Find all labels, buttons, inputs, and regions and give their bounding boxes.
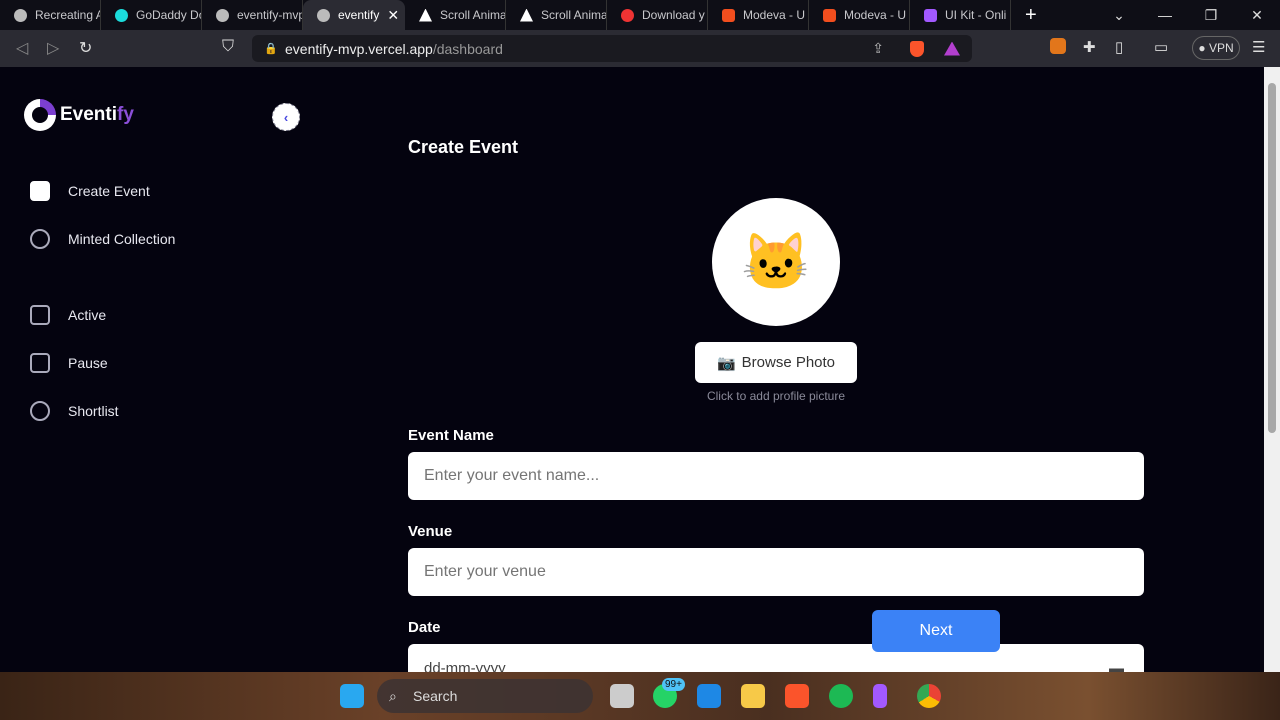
search-icon: ⌕ [389,687,397,704]
share-icon[interactable]: ⇪ [872,40,884,57]
camera-icon: 📷 [716,354,736,372]
sidebar-item-shortlist[interactable]: Shortlist [30,401,119,421]
tab[interactable]: Modeva - U [708,0,809,30]
minimize-icon[interactable]: — [1142,7,1188,23]
page-title: Create Event [408,137,519,157]
browser-tab-bar: Recreating A GoDaddy Do eventify-mvp eve… [0,0,1280,30]
close-tab-icon[interactable]: ✕ [387,7,399,24]
tab[interactable]: Modeva - U [809,0,910,30]
brave-rewards-icon[interactable] [944,41,960,56]
tab[interactable]: UI Kit - Onli [910,0,1011,30]
reload-icon[interactable]: ↻ [79,38,92,58]
metamask-icon[interactable] [1050,38,1066,54]
date-label: Date [408,619,441,636]
taskbar: ⌕ Search 99+ [0,672,1280,720]
search-icon [30,401,50,421]
browse-photo-button[interactable]: 📷 Browse Photo [695,342,857,383]
scrollbar[interactable] [1264,67,1280,672]
taskbar-search[interactable]: ⌕ Search [377,679,593,713]
venue-label: Venue [408,523,453,540]
new-tab-icon[interactable]: + [1025,4,1037,27]
collapse-sidebar-button[interactable]: ‹ [272,103,300,131]
sidebar-item-pause[interactable]: Pause [30,353,108,373]
user-card-icon [30,305,50,325]
vscode-icon[interactable] [697,684,721,708]
tab[interactable]: GoDaddy Do [101,0,202,30]
tab[interactable]: Recreating A [0,0,101,30]
tab[interactable]: Download y [607,0,708,30]
brave-shield-icon[interactable] [910,40,924,57]
tab-active[interactable]: eventify ✕ [303,0,405,30]
tab[interactable]: Scroll Anima [506,0,607,30]
bookmark-icon[interactable]: ⛉ [222,38,234,56]
file-explorer-icon[interactable] [741,684,765,708]
cat-illustration-icon: 🐱 [741,230,811,293]
menu-icon[interactable]: ☰ [1252,38,1265,56]
tab[interactable]: Scroll Anima [405,0,506,30]
calendar-icon [30,353,50,373]
upload-hint: Click to add profile picture [706,389,846,403]
vpn-button[interactable]: ● VPN [1192,36,1240,60]
url-input[interactable]: 🔒 eventify-mvp.vercel.app/dashboard ⇪ [252,35,972,62]
wallet-icon[interactable]: ▭ [1154,38,1168,56]
chevron-left-icon: ‹ [283,109,289,125]
figma-icon[interactable] [873,684,887,708]
sidebar-icon[interactable]: ▯ [1115,38,1123,56]
event-name-input[interactable] [408,452,1144,500]
extensions-icon[interactable]: ✚ [1083,38,1096,56]
logo[interactable]: Eventi fy [24,99,134,131]
event-name-label: Event Name [408,427,494,444]
collection-icon [30,229,50,249]
close-window-icon[interactable]: ✕ [1234,7,1280,24]
bar-chart-icon [30,181,50,201]
notification-badge: 99+ [662,678,685,691]
windows-start-icon[interactable] [340,684,364,708]
spotify-icon[interactable] [829,684,853,708]
tab-search-icon[interactable]: ⌄ [1096,7,1142,24]
tab[interactable]: eventify-mvp [202,0,303,30]
sidebar-item-active[interactable]: Active [30,305,106,325]
address-bar-row: ◁ ▷ ↻ ⛉ 🔒 eventify-mvp.vercel.app/dashboa… [0,30,1280,67]
scrollbar-thumb[interactable] [1268,83,1276,433]
chrome-icon[interactable] [917,684,941,708]
sidebar-item-create-event[interactable]: Create Event [30,181,150,201]
sidebar-item-minted-collection[interactable]: Minted Collection [30,229,175,249]
brave-icon[interactable] [785,684,809,708]
next-button[interactable]: Next [872,610,1000,652]
profile-picture[interactable]: 🐱 [712,198,840,326]
restore-icon[interactable]: ❐ [1188,7,1234,24]
venue-input[interactable] [408,548,1144,596]
task-view-icon[interactable] [610,684,634,708]
back-icon[interactable]: ◁ [16,38,28,58]
date-input[interactable]: dd-mm-yyyy ▬ [408,644,1144,677]
forward-icon[interactable]: ▷ [47,38,59,58]
logo-mark-icon [24,99,56,131]
lock-icon: 🔒 [264,43,278,55]
